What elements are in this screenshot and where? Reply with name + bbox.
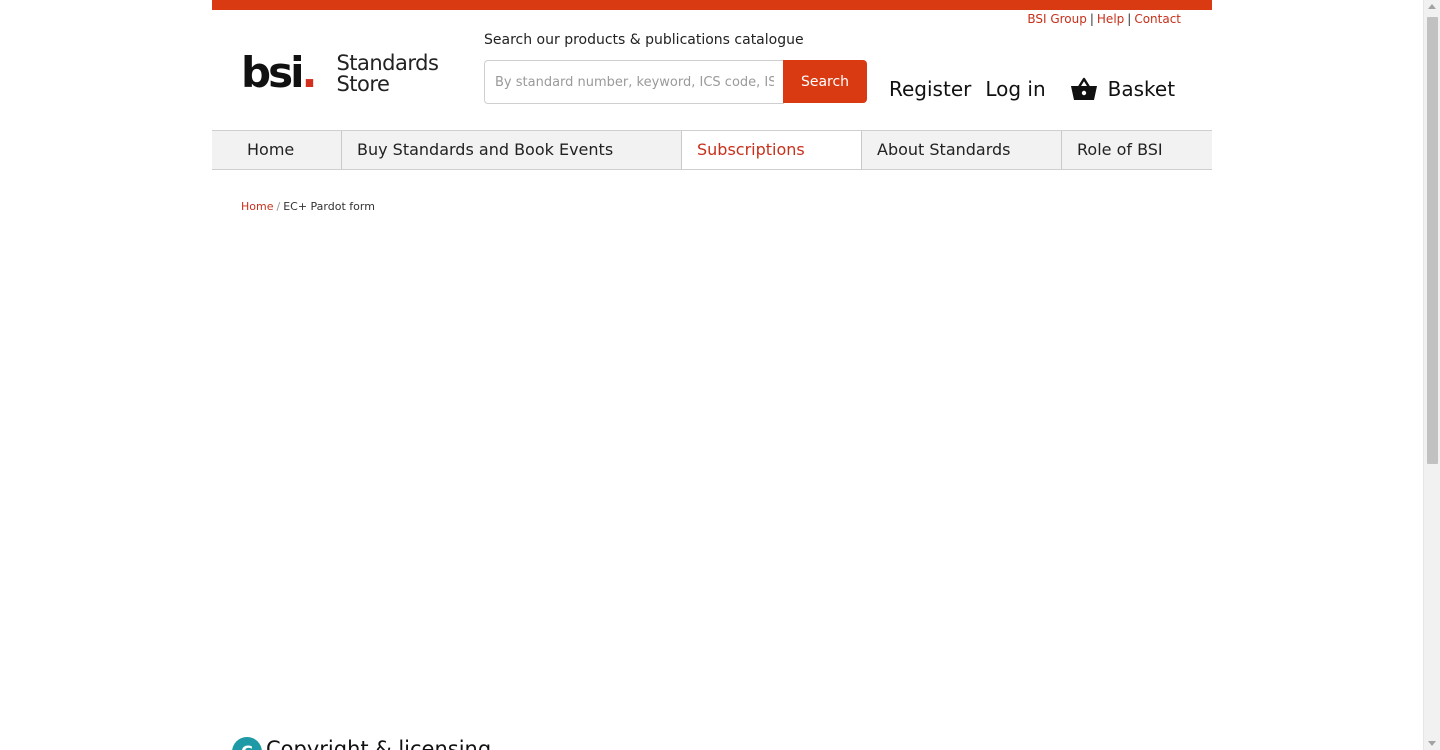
page-scrollbar[interactable] (1423, 0, 1440, 750)
main-navigation: Home Buy Standards and Book Events Subsc… (212, 130, 1212, 170)
copyright-icon: C (232, 737, 262, 750)
register-link[interactable]: Register (889, 77, 971, 101)
logo-store-text: Standards Store (336, 53, 438, 95)
logo-dot: . (301, 48, 317, 97)
footer-copyright-title[interactable]: Copyright & licensing (266, 737, 491, 750)
brand-top-bar (212, 0, 1212, 10)
contact-link[interactable]: Contact (1134, 12, 1181, 26)
help-link[interactable]: Help (1097, 12, 1124, 26)
scroll-up-arrow-icon[interactable] (1428, 4, 1436, 9)
basket-icon (1070, 77, 1097, 100)
utility-separator: | (1089, 12, 1094, 26)
account-links: Register Log in Basket (889, 76, 1175, 102)
nav-item-role-of-bsi[interactable]: Role of BSI (1062, 131, 1212, 169)
footer-copyright-section: C Copyright & licensing (232, 737, 491, 750)
logo-bsi-text: bsi (241, 48, 304, 97)
utility-links: BSI Group | Help | Contact (1027, 12, 1181, 26)
page-container: BSI Group | Help | Contact bsi. Standards St… (212, 0, 1212, 750)
utility-separator: | (1127, 12, 1132, 26)
search-input[interactable] (484, 60, 784, 104)
bsi-standards-store-logo[interactable]: bsi. Standards Store (241, 52, 439, 95)
breadcrumb-current: EC+ Pardot form (283, 200, 375, 213)
logo-store-line1: Standards (336, 51, 439, 75)
nav-item-about-standards[interactable]: About Standards (862, 131, 1062, 169)
scroll-down-arrow-icon[interactable] (1428, 741, 1436, 746)
bsi-group-link[interactable]: BSI Group (1027, 12, 1087, 26)
logo-store-line2: Store (336, 72, 390, 96)
scrollbar-thumb[interactable] (1427, 17, 1438, 464)
breadcrumb-home-link[interactable]: Home (241, 200, 273, 213)
login-link[interactable]: Log in (985, 77, 1045, 101)
breadcrumb: Home / EC+ Pardot form (241, 200, 375, 213)
nav-item-buy-standards[interactable]: Buy Standards and Book Events (342, 131, 682, 169)
breadcrumb-separator: / (276, 200, 281, 213)
nav-item-subscriptions[interactable]: Subscriptions (682, 131, 862, 169)
logo-wordmark: bsi. (241, 52, 317, 94)
nav-item-home[interactable]: Home (212, 131, 342, 169)
search-label: Search our products & publications catal… (484, 32, 804, 48)
basket-label: Basket (1107, 77, 1176, 101)
search-button[interactable]: Search (783, 60, 867, 103)
basket-link[interactable]: Basket (1070, 76, 1175, 102)
